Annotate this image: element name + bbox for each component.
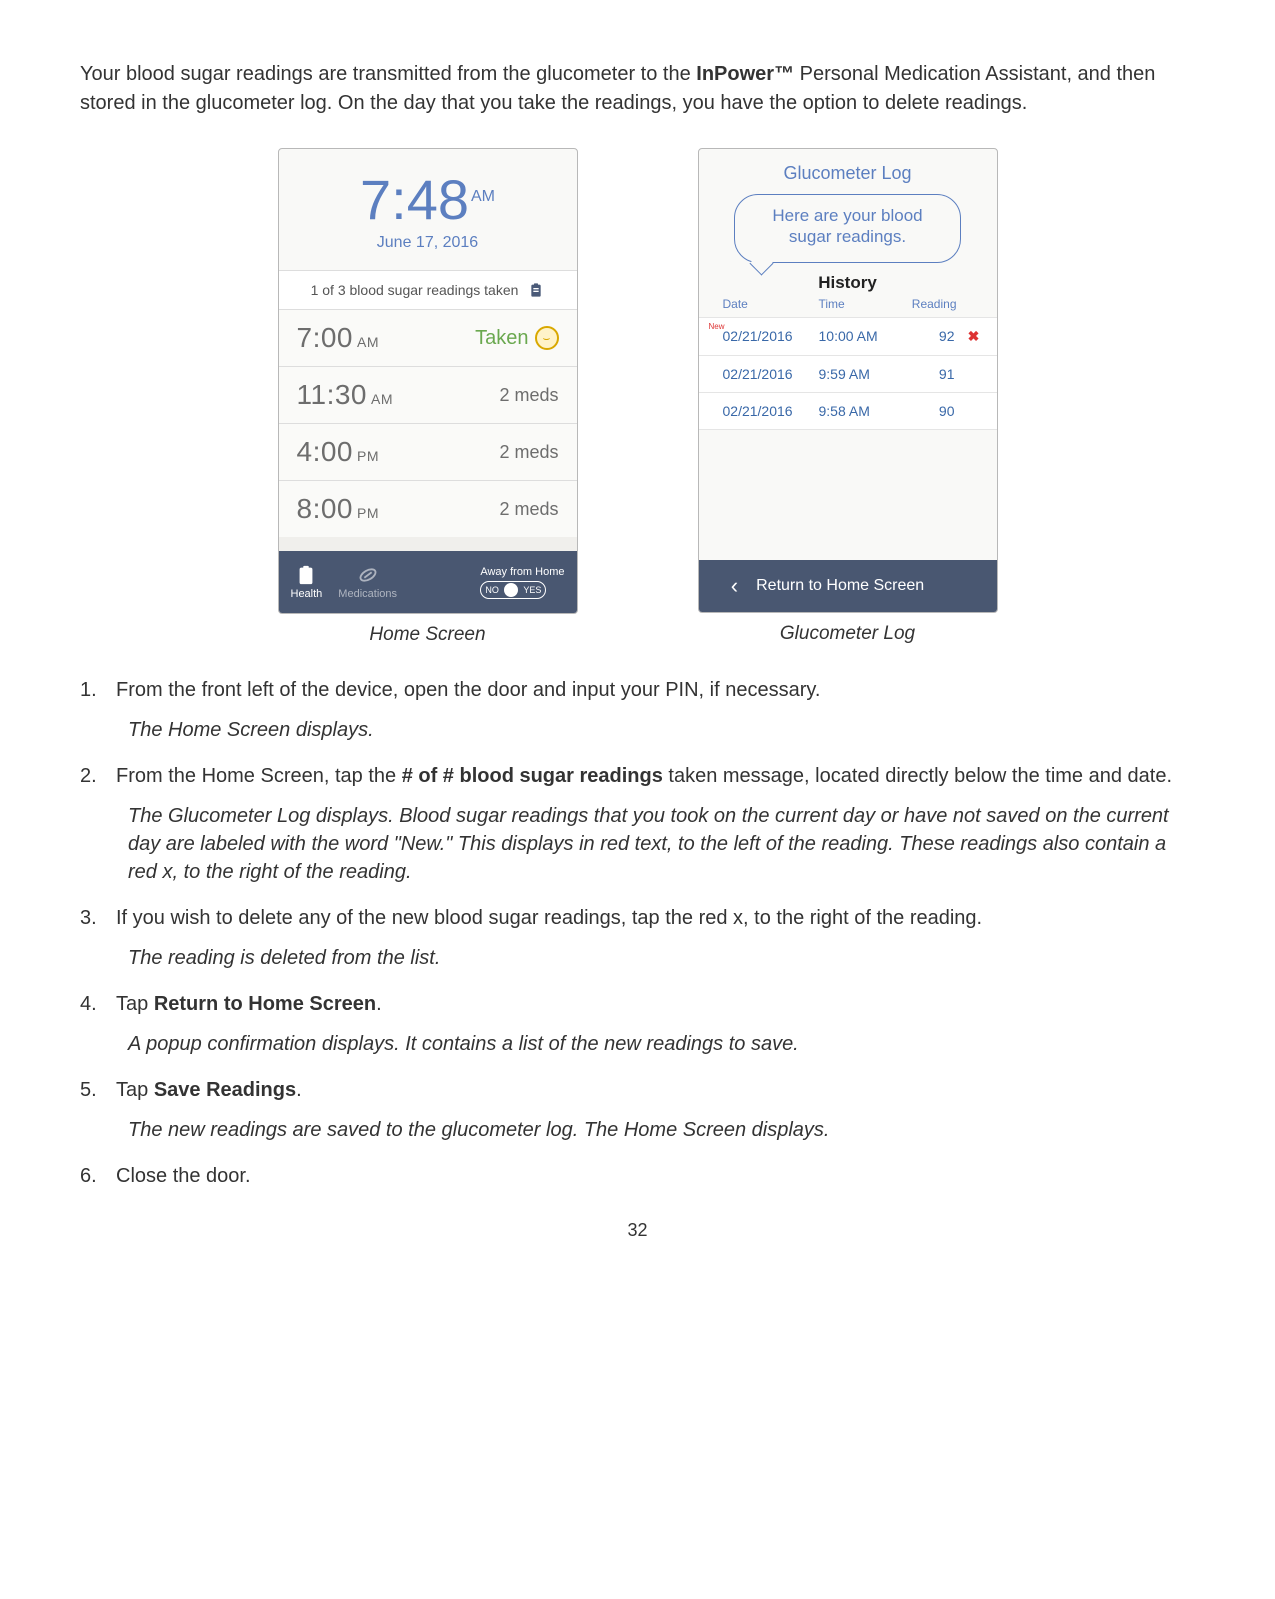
step-5: 5. Tap Save Readings. [80,1076,1195,1104]
step-2: 2. From the Home Screen, tap the # of # … [80,762,1195,790]
row-reading: 91 [903,366,963,382]
row-reading: 92 [903,328,963,344]
col-date: Date [723,297,819,311]
away-from-home: Away from Home NO YES [480,566,564,599]
history-columns: Date Time Reading [699,293,997,317]
clock-time: 7:48 [360,168,469,231]
row-time: 8:00PM [297,493,380,525]
readings-taken-banner[interactable]: 1 of 3 blood sugar readings taken [279,270,577,310]
clipboard-icon [528,281,544,299]
row-status: 2 meds [499,442,558,463]
speech-bubble: Here are your blood sugar readings. [734,194,960,263]
row-date: 02/21/2016 [723,328,819,344]
step-4-result: A popup confirmation displays. It contai… [128,1030,1195,1058]
instruction-steps: 1. From the front left of the device, op… [80,676,1195,1190]
glucometer-log-figure: Glucometer Log Here are your blood sugar… [698,148,998,646]
row-reading: 90 [903,403,963,419]
glucometer-log-device: Glucometer Log Here are your blood sugar… [698,148,998,613]
smiley-icon: ⌣ [535,326,559,350]
row-time: 11:30AM [297,379,394,411]
return-label: Return to Home Screen [756,577,924,595]
chevron-left-icon: ‹ [731,573,738,599]
return-home-button[interactable]: ‹ Return to Home Screen [699,560,997,612]
new-tag: New [709,322,725,331]
history-row[interactable]: 02/21/2016 9:59 AM 91 [699,355,997,392]
history-heading: History [699,273,997,293]
figure-caption: Home Screen [278,624,578,646]
home-screen-figure: 7:48AM June 17, 2016 1 of 3 blood sugar … [278,148,578,646]
step-1-result: The Home Screen displays. [128,716,1195,744]
schedule-row[interactable]: 7:00AM Taken⌣ [279,310,577,367]
toggle-no: NO [485,585,499,595]
tab-health[interactable]: Health [291,564,323,600]
history-row[interactable]: 02/21/2016 9:58 AM 90 [699,392,997,430]
intro-pre: Your blood sugar readings are transmitte… [80,63,696,85]
brand-name: InPower™ [696,63,794,85]
step-5-result: The new readings are saved to the glucom… [128,1116,1195,1144]
step-3: 3. If you wish to delete any of the new … [80,904,1195,932]
schedule-row[interactable]: 8:00PM 2 meds [279,481,577,537]
row-time: 4:00PM [297,436,380,468]
row-time: 7:00AM [297,322,380,354]
clock: 7:48AM [279,149,577,234]
row-time: 9:58 AM [819,403,903,419]
away-label: Away from Home [480,566,564,578]
step-3-result: The reading is deleted from the list. [128,944,1195,972]
row-time: 10:00 AM [819,328,903,344]
tab-label: Medications [338,588,397,600]
tab-medications[interactable]: Medications [338,564,397,600]
figure-caption: Glucometer Log [698,623,998,645]
col-time: Time [819,297,903,311]
step-1: 1. From the front left of the device, op… [80,676,1195,704]
page-number: 32 [80,1220,1195,1241]
footer-nav: Health Medications Away from Home NO YES [279,551,577,613]
clipboard-icon [295,564,317,586]
intro-paragraph: Your blood sugar readings are transmitte… [80,60,1195,118]
row-date: 02/21/2016 [723,403,819,419]
row-date: 02/21/2016 [723,366,819,382]
step-6: 6. Close the door. [80,1162,1195,1190]
toggle-yes: YES [523,585,541,595]
away-toggle[interactable]: NO YES [480,581,546,599]
home-screen-device: 7:48AM June 17, 2016 1 of 3 blood sugar … [278,148,578,614]
schedule-row[interactable]: 11:30AM 2 meds [279,367,577,424]
row-status: 2 meds [499,499,558,520]
col-reading: Reading [903,297,963,311]
screen-title: Glucometer Log [699,149,997,190]
clock-date: June 17, 2016 [279,234,577,252]
tab-label: Health [291,588,323,600]
readings-taken-text: 1 of 3 blood sugar readings taken [311,282,519,298]
clock-ampm: AM [471,188,495,205]
schedule-row[interactable]: 4:00PM 2 meds [279,424,577,481]
history-row[interactable]: New 02/21/2016 10:00 AM 92 ✖ [699,317,997,355]
delete-x-icon[interactable]: ✖ [963,328,985,345]
row-status: 2 meds [499,385,558,406]
toggle-knob [504,583,518,597]
step-4: 4. Tap Return to Home Screen. [80,990,1195,1018]
row-status: Taken⌣ [475,326,558,350]
pill-icon [357,564,379,586]
step-2-result: The Glucometer Log displays. Blood sugar… [128,802,1195,886]
row-time: 9:59 AM [819,366,903,382]
